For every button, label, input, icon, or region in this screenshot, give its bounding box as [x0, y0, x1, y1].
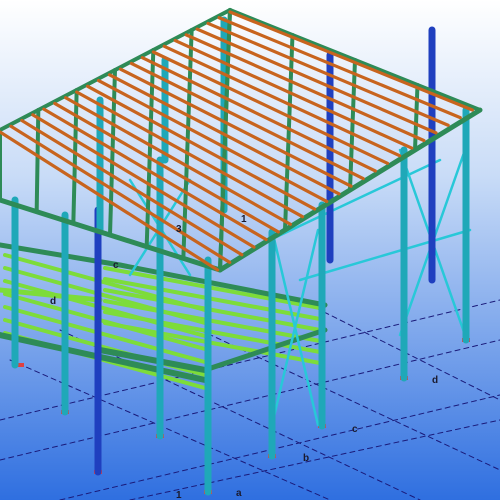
grid-label-axis-b: b	[303, 453, 309, 464]
grid-label-roof-3: 3	[176, 224, 182, 235]
grid-label-axis-1: 1	[176, 490, 182, 500]
grid-label-mezz-c: c	[113, 260, 119, 271]
grid-label-axis-c: c	[352, 424, 358, 435]
structure-3d-view[interactable]: 1 3 c d a b c d 1	[0, 0, 500, 500]
model-viewport[interactable]: 1 3 c d a b c d 1	[0, 0, 500, 500]
grid-label-mezz-d: d	[50, 296, 56, 307]
grid-label-roof-1: 1	[241, 214, 247, 225]
grid-label-axis-d: d	[432, 375, 438, 386]
grid-label-axis-a: a	[236, 488, 242, 499]
roof-rafter[interactable]	[413, 83, 420, 152]
roof-rafter[interactable]	[34, 108, 41, 214]
